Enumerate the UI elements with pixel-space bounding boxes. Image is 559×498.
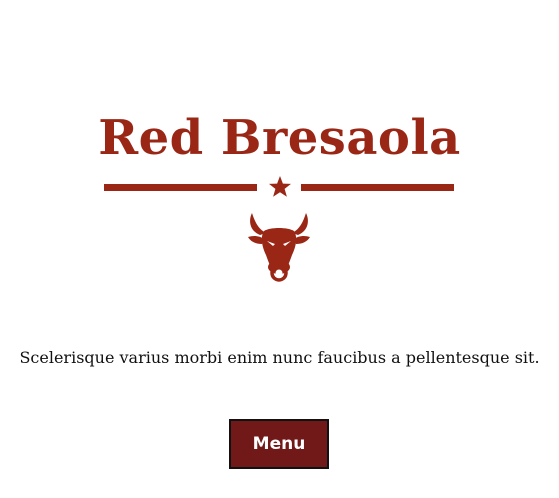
menu-button[interactable]: Menu — [229, 419, 329, 469]
divider-bar-right — [301, 184, 454, 191]
divider-bar-left — [104, 184, 257, 191]
title-divider — [104, 174, 454, 198]
tagline-text: Scelerisque varius morbi enim nunc fauci… — [19, 348, 540, 367]
hero-section: Red Bresaola Scelerisque varius morbi en… — [0, 0, 559, 498]
site-title: Red Bresaola — [98, 110, 461, 166]
bull-head-icon — [248, 213, 310, 282]
star-icon — [269, 176, 291, 197]
